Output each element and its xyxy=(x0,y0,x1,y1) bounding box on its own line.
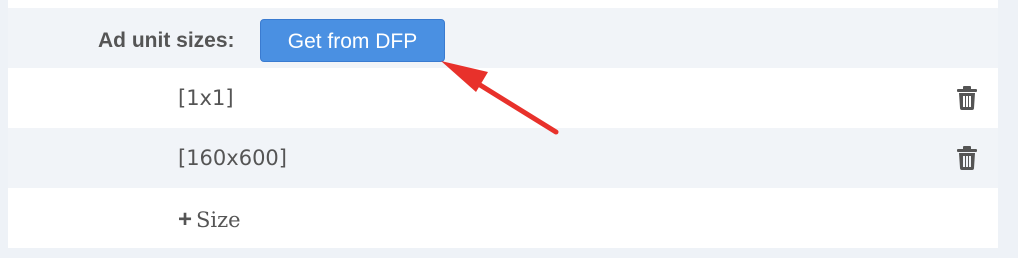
red-arrow xyxy=(441,61,559,135)
